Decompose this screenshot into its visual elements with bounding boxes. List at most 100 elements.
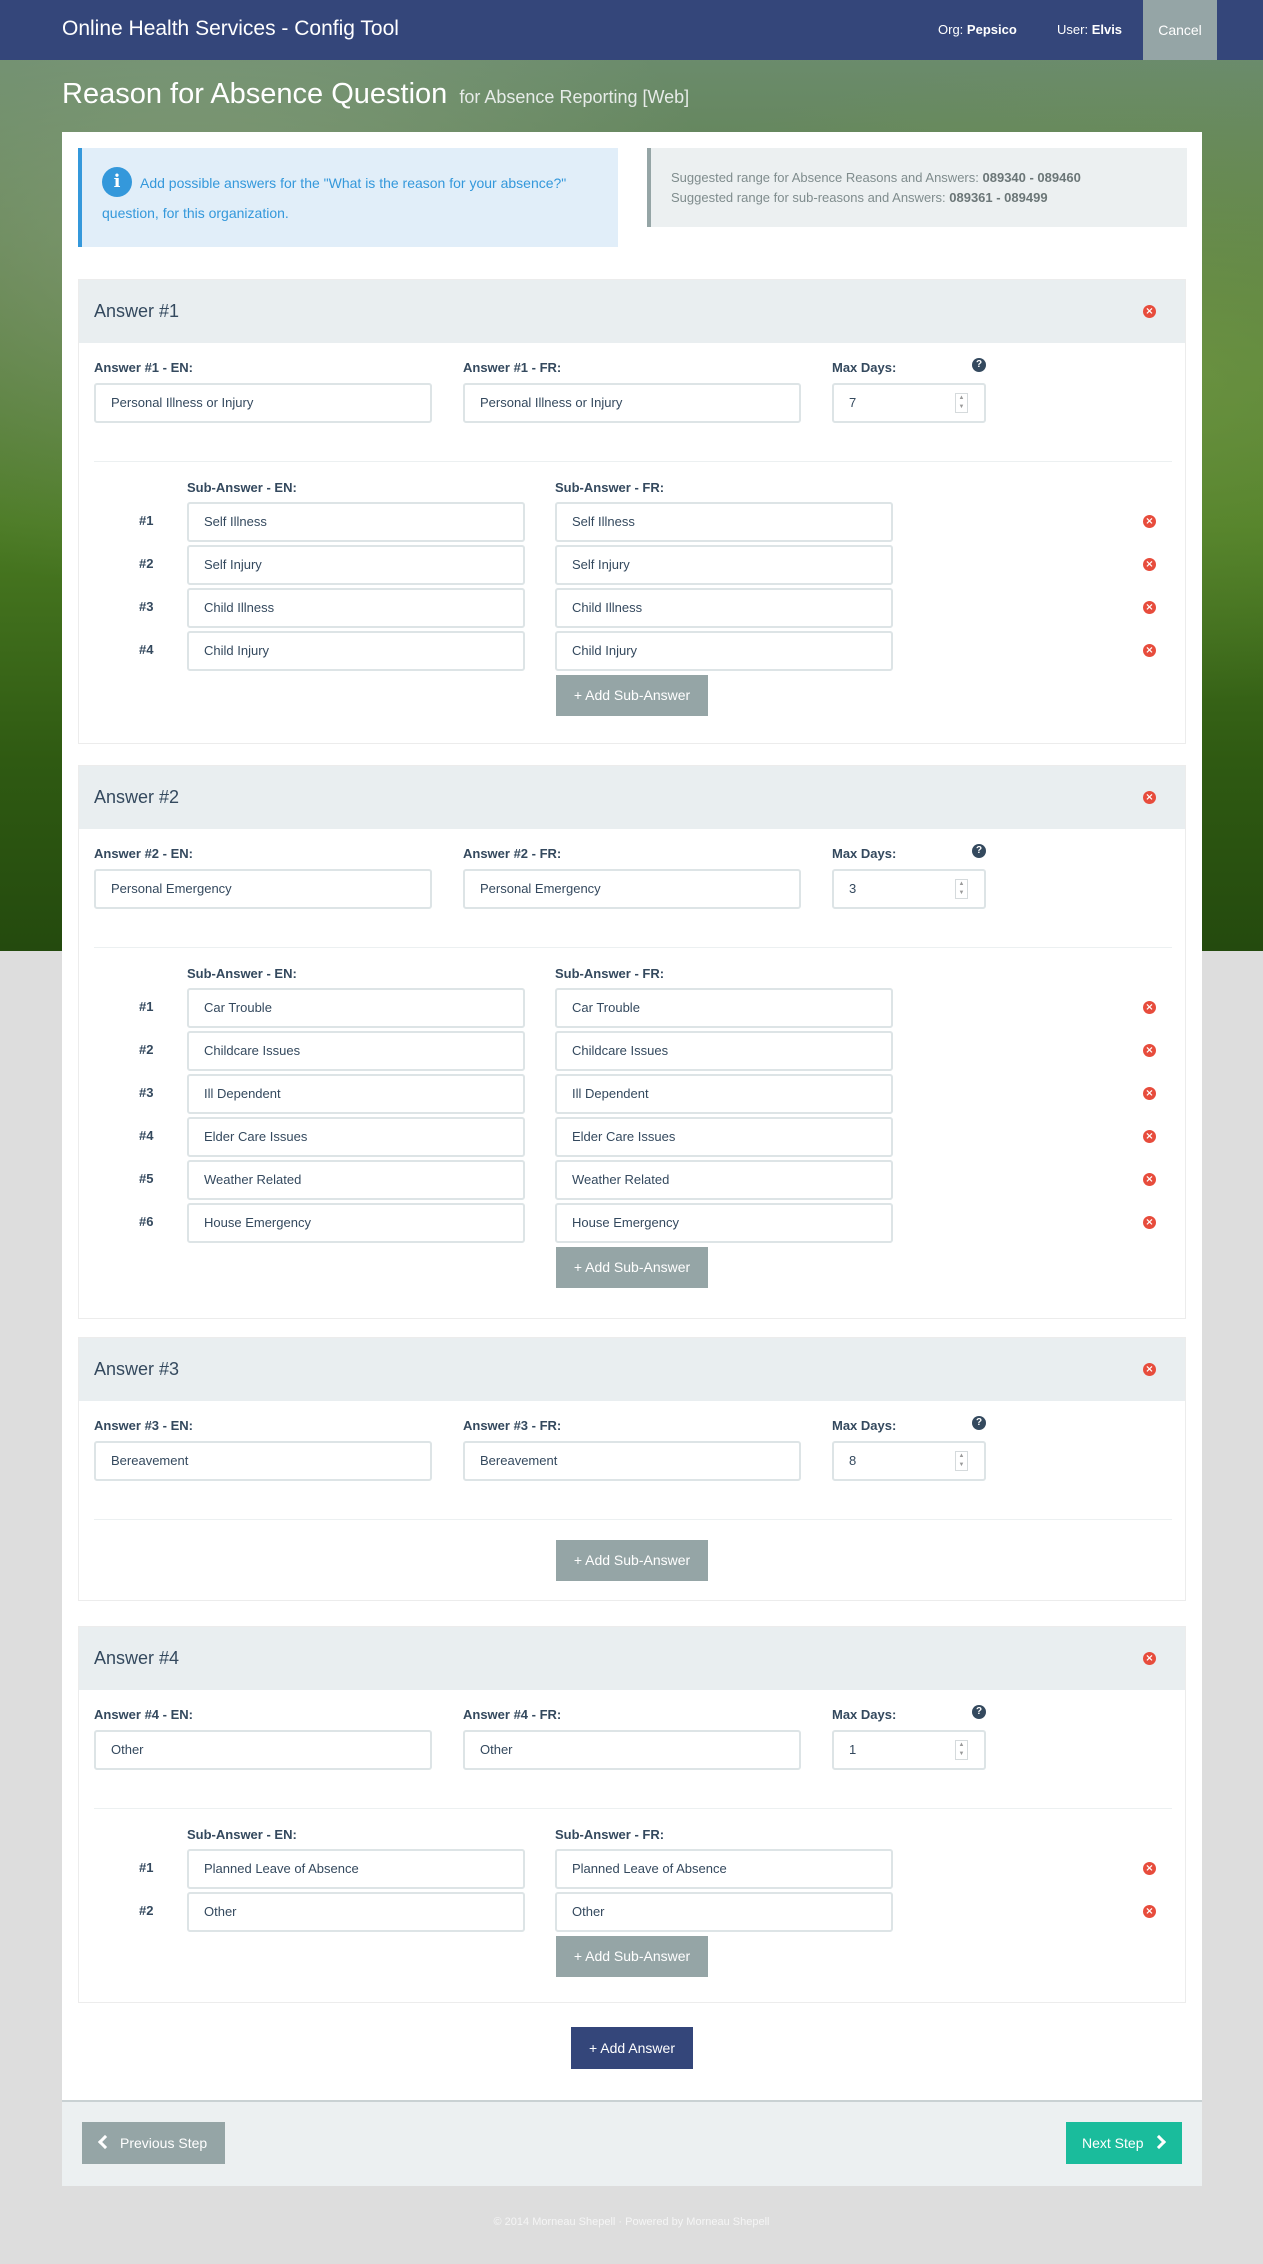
- max-days-input[interactable]: 1 ▲ ▼: [832, 1730, 986, 1770]
- max-days-value: 3: [849, 881, 857, 896]
- remove-answer-icon[interactable]: ×: [1143, 305, 1156, 318]
- answer-en-input[interactable]: Bereavement: [94, 1441, 432, 1481]
- copyright: © 2014 Morneau Shepell · Powered by Morn…: [493, 2216, 770, 2228]
- user-indicator: User: Elvis: [1057, 22, 1123, 37]
- sub-answer-en-input[interactable]: Self Illness: [187, 502, 525, 542]
- sub-answer-fr-input[interactable]: Child Injury: [555, 631, 893, 671]
- max-days-input[interactable]: 3 ▲ ▼: [832, 869, 986, 909]
- sub-answer-number: #3: [139, 1085, 154, 1100]
- app-title[interactable]: Online Health Services - Config Tool: [62, 17, 399, 41]
- add-sub-answer-button[interactable]: + Add Sub-Answer: [556, 1247, 708, 1288]
- sub-answer-en-input[interactable]: Child Injury: [187, 631, 525, 671]
- sub-answer-fr-input[interactable]: Self Injury: [555, 545, 893, 585]
- sub-answer-en-input[interactable]: House Emergency: [187, 1203, 525, 1243]
- sub-answer-fr-input[interactable]: Other: [555, 1892, 893, 1932]
- sub-answer-en-input[interactable]: Child Illness: [187, 588, 525, 628]
- org-indicator: Org: Pepsico: [938, 22, 1017, 37]
- divider: [94, 1808, 1172, 1809]
- sub-answer-fr-input[interactable]: Weather Related: [555, 1160, 893, 1200]
- info-text: Add possible answers for the "What is th…: [102, 175, 567, 221]
- range-line-1: Suggested range for Absence Reasons and …: [671, 170, 1081, 185]
- remove-sub-answer-icon[interactable]: ×: [1143, 1001, 1156, 1014]
- help-icon[interactable]: ?: [972, 1416, 986, 1430]
- remove-sub-answer-icon[interactable]: ×: [1143, 558, 1156, 571]
- sub-answer-fr-input[interactable]: Planned Leave of Absence: [555, 1849, 893, 1889]
- help-icon[interactable]: ?: [972, 1705, 986, 1719]
- remove-sub-answer-icon[interactable]: ×: [1143, 1087, 1156, 1100]
- answer-en-input[interactable]: Personal Emergency: [94, 869, 432, 909]
- remove-sub-answer-icon[interactable]: ×: [1143, 1862, 1156, 1875]
- answer-title: Answer #1: [94, 301, 180, 321]
- answer-panel-header: Answer #2 ×: [79, 766, 1185, 829]
- divider: [94, 461, 1172, 462]
- sub-answer-fr-input[interactable]: Ill Dependent: [555, 1074, 893, 1114]
- remove-sub-answer-icon[interactable]: ×: [1143, 601, 1156, 614]
- remove-answer-icon[interactable]: ×: [1143, 791, 1156, 804]
- sub-answer-number: #2: [139, 1042, 154, 1057]
- help-icon[interactable]: ?: [972, 844, 986, 858]
- answer-en-input[interactable]: Personal Illness or Injury: [94, 383, 432, 423]
- add-answer-button[interactable]: + Add Answer: [571, 2027, 693, 2069]
- answer-fr-input[interactable]: Other: [463, 1730, 801, 1770]
- remove-answer-icon[interactable]: ×: [1143, 1652, 1156, 1665]
- remove-sub-answer-icon[interactable]: ×: [1143, 1173, 1156, 1186]
- answer-fr-input[interactable]: Personal Illness or Injury: [463, 383, 801, 423]
- help-icon[interactable]: ?: [972, 358, 986, 372]
- add-sub-answer-button[interactable]: + Add Sub-Answer: [556, 1540, 708, 1581]
- answer-en-input[interactable]: Other: [94, 1730, 432, 1770]
- sub-answer-en-input[interactable]: Planned Leave of Absence: [187, 1849, 525, 1889]
- sub-answer-fr-input[interactable]: Elder Care Issues: [555, 1117, 893, 1157]
- sub-answer-fr-input[interactable]: Self Illness: [555, 502, 893, 542]
- max-days-input[interactable]: 8 ▲ ▼: [832, 1441, 986, 1481]
- cancel-button[interactable]: Cancel: [1143, 0, 1217, 60]
- sub-answer-en-input[interactable]: Weather Related: [187, 1160, 525, 1200]
- sub-answer-en-input[interactable]: Elder Care Issues: [187, 1117, 525, 1157]
- answer-panel: Answer #3 × Answer #3 - EN: Answer #3 - FR:…: [78, 1337, 1186, 1601]
- answer-fr-input[interactable]: Bereavement: [463, 1441, 801, 1481]
- remove-sub-answer-icon[interactable]: ×: [1143, 1130, 1156, 1143]
- remove-sub-answer-icon[interactable]: ×: [1143, 1044, 1156, 1057]
- number-spinner[interactable]: ▲ ▼: [955, 1740, 968, 1760]
- chevron-right-icon: [1151, 2134, 1167, 2150]
- max-days-input[interactable]: 7 ▲ ▼: [832, 383, 986, 423]
- sub-answer-number: #4: [139, 642, 154, 657]
- number-spinner[interactable]: ▲ ▼: [955, 1451, 968, 1471]
- sub-answer-fr-input[interactable]: Child Illness: [555, 588, 893, 628]
- remove-sub-answer-icon[interactable]: ×: [1143, 1905, 1156, 1918]
- sub-answer-fr-input[interactable]: Childcare Issues: [555, 1031, 893, 1071]
- sub-answer-en-input[interactable]: Childcare Issues: [187, 1031, 525, 1071]
- sub-answer-number: #2: [139, 556, 154, 571]
- sub-answer-en-input[interactable]: Ill Dependent: [187, 1074, 525, 1114]
- sub-answer-number: #1: [139, 513, 154, 528]
- remove-answer-icon[interactable]: ×: [1143, 1363, 1156, 1376]
- add-sub-answer-button[interactable]: + Add Sub-Answer: [556, 675, 708, 716]
- remove-sub-answer-icon[interactable]: ×: [1143, 644, 1156, 657]
- previous-step-button[interactable]: Previous Step: [82, 2122, 225, 2164]
- max-days-label: Max Days:: [832, 846, 897, 861]
- answer-en-label: Answer #2 - EN:: [94, 846, 193, 861]
- answer-panel: Answer #4 × Answer #4 - EN: Answer #4 - FR:…: [78, 1626, 1186, 2003]
- max-days-value: 7: [849, 395, 857, 410]
- answer-fr-label: Answer #1 - FR:: [463, 360, 562, 375]
- number-spinner[interactable]: ▲ ▼: [955, 393, 968, 413]
- answer-fr-label: Answer #2 - FR:: [463, 846, 562, 861]
- max-days-label: Max Days:: [832, 1707, 897, 1722]
- answer-fr-input[interactable]: Personal Emergency: [463, 869, 801, 909]
- number-spinner[interactable]: ▲ ▼: [955, 879, 968, 899]
- remove-sub-answer-icon[interactable]: ×: [1143, 515, 1156, 528]
- sub-answer-en-input[interactable]: Car Trouble: [187, 988, 525, 1028]
- sub-answer-fr-input[interactable]: Car Trouble: [555, 988, 893, 1028]
- top-navbar: Online Health Services - Config Tool Org…: [0, 0, 1263, 60]
- max-days-label: Max Days:: [832, 1418, 897, 1433]
- sub-answer-en-input[interactable]: Self Injury: [187, 545, 525, 585]
- sub-answer-en-input[interactable]: Other: [187, 1892, 525, 1932]
- add-sub-answer-button[interactable]: + Add Sub-Answer: [556, 1936, 708, 1977]
- sub-answer-number: #1: [139, 999, 154, 1014]
- sub-answer-fr-input[interactable]: House Emergency: [555, 1203, 893, 1243]
- sub-answer-number: #2: [139, 1903, 154, 1918]
- remove-sub-answer-icon[interactable]: ×: [1143, 1216, 1156, 1229]
- answer-panel: Answer #1 × Answer #1 - EN: Answer #1 - FR:…: [78, 279, 1186, 744]
- next-step-button[interactable]: Next Step: [1066, 2122, 1182, 2164]
- answer-panel: Answer #2 × Answer #2 - EN: Answer #2 - FR:…: [78, 765, 1186, 1319]
- page-title: Reason for Absence Question for Absence …: [62, 78, 690, 110]
